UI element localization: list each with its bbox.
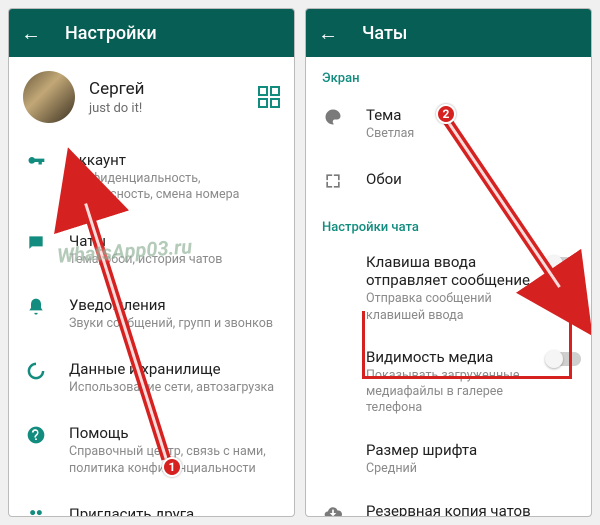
item-title: Обои	[366, 170, 575, 188]
setting-font-size[interactable]: Размер шрифта Средний	[306, 429, 591, 488]
bell-icon	[25, 296, 47, 318]
settings-item-account[interactable]: Аккаунт Конфиденциальность, безопасность…	[9, 137, 294, 218]
toggle-sub: Показывать загруженные медиафайлы в гале…	[366, 368, 537, 417]
settings-item-chats[interactable]: Чаты Тема, обои, история чатов	[9, 218, 294, 282]
item-title: Пригласить друга	[69, 505, 278, 516]
item-sub: Светлая	[366, 126, 575, 142]
toggle-switch[interactable]	[547, 257, 581, 271]
item-sub: Тема, обои, история чатов	[69, 252, 278, 268]
theme-icon	[322, 106, 344, 128]
item-title: Тема	[366, 106, 575, 124]
item-sub: Использование сети, автозагрузка	[69, 380, 278, 396]
help-icon	[25, 424, 47, 446]
profile-name: Сергей	[89, 79, 244, 99]
item-title: Уведомления	[69, 296, 278, 314]
toggle-switch[interactable]	[547, 352, 581, 366]
section-chat: Настройки чата	[306, 206, 591, 241]
settings-item-data[interactable]: Данные и хранилище Использование сети, а…	[9, 346, 294, 410]
setting-wallpaper[interactable]: Обои	[306, 156, 591, 206]
people-icon	[25, 505, 47, 516]
item-title: Данные и хранилище	[69, 360, 278, 378]
toggle-title: Видимость медиа	[366, 348, 537, 366]
header-title: Чаты	[362, 23, 407, 44]
avatar	[23, 71, 75, 123]
wallpaper-icon	[322, 170, 344, 192]
toggle-sub: Отправка сообщений клавишей ввода	[366, 291, 537, 324]
key-icon	[25, 151, 47, 173]
setting-theme[interactable]: Тема Светлая	[306, 92, 591, 156]
cloud-icon	[322, 502, 344, 517]
back-icon[interactable]: ←	[21, 23, 41, 43]
setting-media-visibility[interactable]: Видимость медиа Показывать загруженные м…	[306, 336, 591, 429]
item-title: Размер шрифта	[366, 441, 575, 459]
app-header: ← Чаты	[306, 9, 591, 57]
chat-icon	[25, 232, 47, 254]
header-title: Настройки	[65, 23, 157, 44]
item-title: Чаты	[69, 232, 278, 250]
profile-status: just do it!	[89, 101, 244, 116]
item-title: Помощь	[69, 424, 278, 442]
data-icon	[25, 360, 47, 382]
item-sub: Конфиденциальность, безопасность, смена …	[69, 171, 278, 204]
qr-icon[interactable]	[258, 86, 280, 108]
item-title: Аккаунт	[69, 151, 278, 169]
item-sub: Справочный центр, связь с нами, политика…	[69, 444, 278, 477]
item-sub: Звуки сообщений, групп и звонков	[69, 316, 278, 332]
back-icon[interactable]: ←	[318, 23, 338, 43]
settings-item-help[interactable]: Помощь Справочный центр, связь с нами, п…	[9, 410, 294, 491]
section-display: Экран	[306, 57, 591, 92]
setting-enter-send[interactable]: Клавиша ввода отправляет сообщение Отпра…	[306, 241, 591, 336]
chats-settings-screen: ← Чаты Экран Тема Светлая Обои Настройки…	[305, 8, 592, 517]
app-header: ← Настройки	[9, 9, 294, 57]
profile-row[interactable]: Сергей just do it!	[9, 57, 294, 137]
item-title: Резервная копия чатов	[366, 502, 575, 517]
toggle-title: Клавиша ввода отправляет сообщение	[366, 253, 537, 289]
settings-item-invite[interactable]: Пригласить друга	[9, 491, 294, 516]
setting-backup[interactable]: Резервная копия чатов	[306, 488, 591, 517]
settings-screen: ← Настройки Сергей just do it! Аккаунт К…	[8, 8, 295, 517]
settings-item-notifications[interactable]: Уведомления Звуки сообщений, групп и зво…	[9, 282, 294, 346]
item-sub: Средний	[366, 461, 575, 476]
